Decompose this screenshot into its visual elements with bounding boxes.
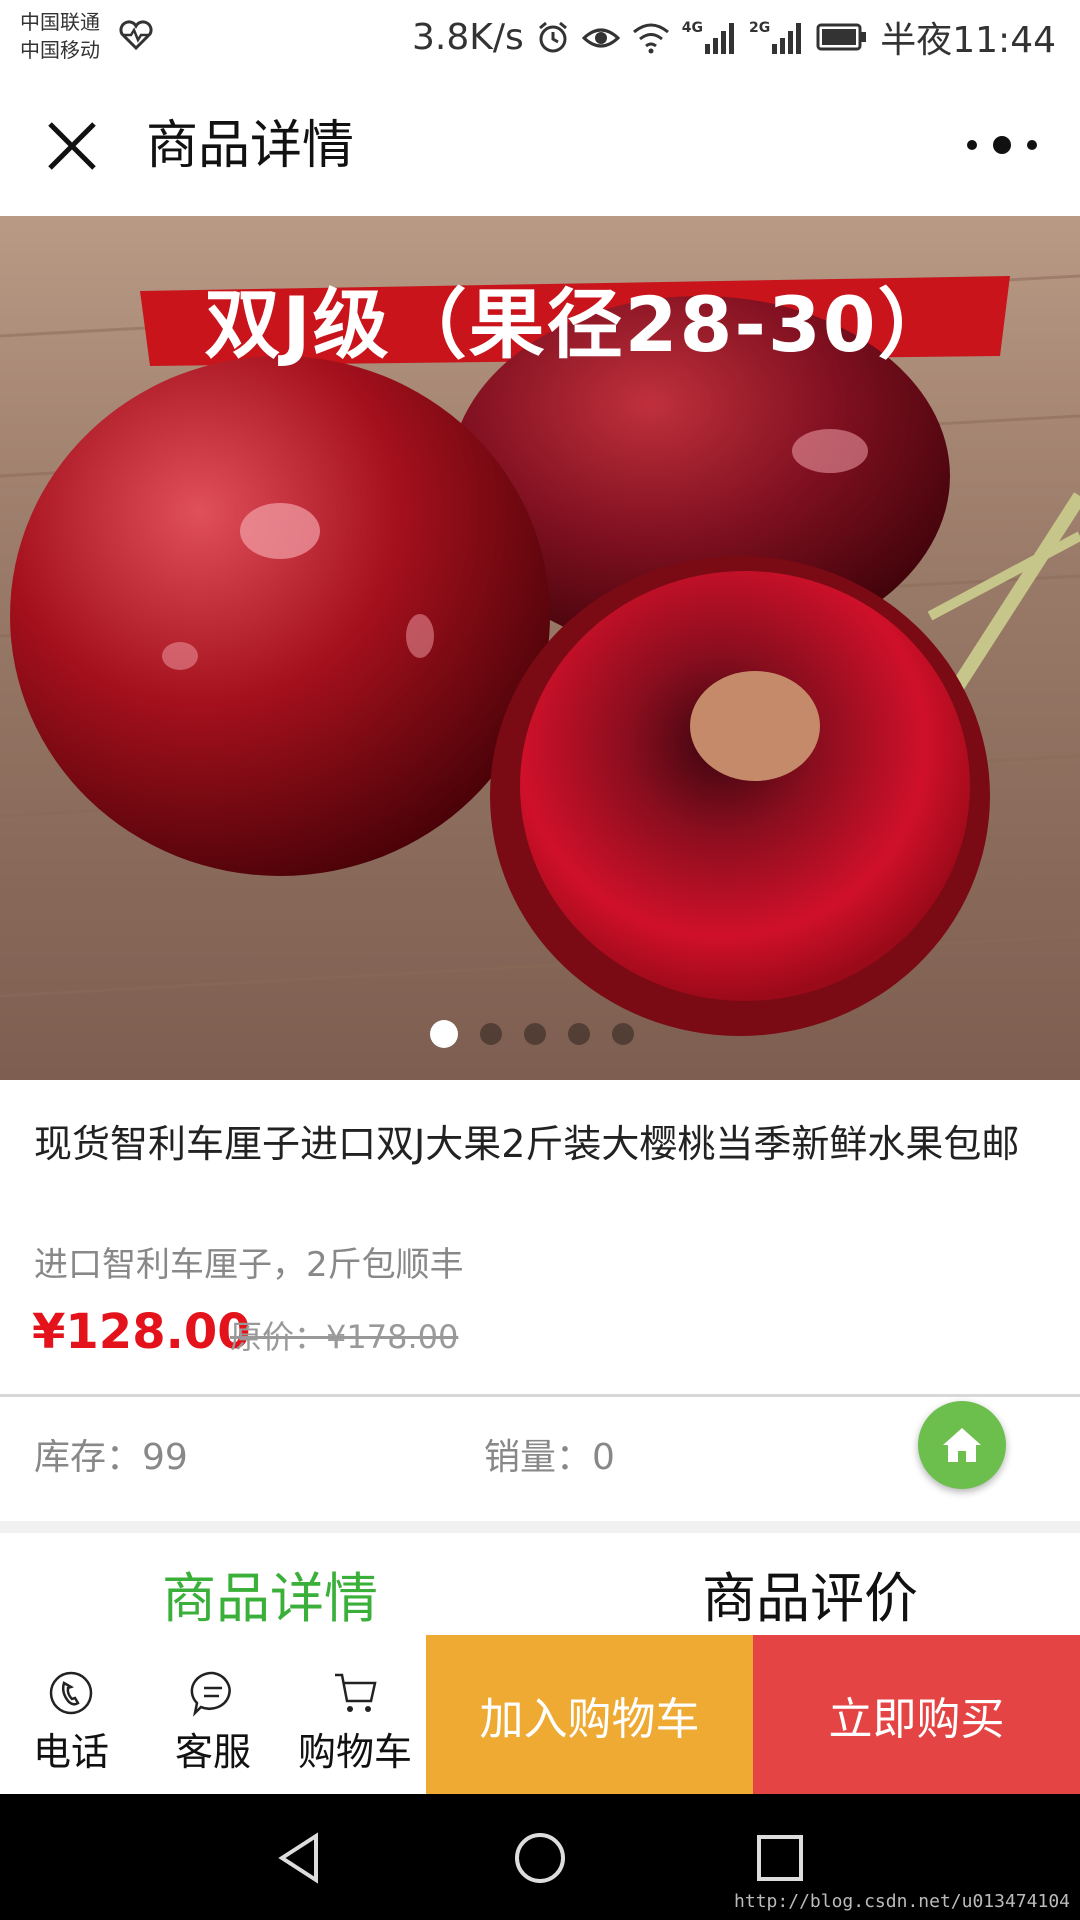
section-gap xyxy=(0,1521,1080,1533)
signal-bars-icon xyxy=(772,23,802,54)
stock-sales-row: 库存：99 销量：0 xyxy=(0,1397,1080,1521)
watermark: http://blog.csdn.net/u013474104 xyxy=(734,1891,1070,1912)
net-speed: 3.8K/s xyxy=(412,16,524,58)
stock-count: 库存：99 xyxy=(34,1437,188,1478)
eye-icon xyxy=(581,28,620,48)
back-icon[interactable] xyxy=(270,1828,330,1888)
carousel-dot[interactable] xyxy=(524,1023,546,1045)
carousel-dot[interactable] xyxy=(568,1023,590,1045)
add-to-cart-button[interactable]: 加入购物车 xyxy=(426,1635,753,1794)
service-label: 客服 xyxy=(174,1730,251,1774)
original-price: 原价：¥178.00 xyxy=(230,1318,459,1356)
product-subtitle: 进口智利车厘子，2斤包顺丰 xyxy=(34,1245,464,1285)
detail-tabs: 商品详情 商品评价 xyxy=(0,1533,1080,1635)
clock: 半夜11:44 xyxy=(880,20,1056,61)
network-1-label: 4G xyxy=(681,20,704,36)
product-info: 现货智利车厘子进口双J大果2斤装大樱桃当季新鲜水果包邮 进口智利车厘子，2斤包顺… xyxy=(0,1080,1080,1397)
page-title: 商品详情 xyxy=(146,116,355,176)
home-circle-icon[interactable] xyxy=(510,1828,570,1888)
signal-4g: 4G xyxy=(682,20,737,54)
product-price: ¥128.00 xyxy=(32,1304,251,1360)
carousel-dot[interactable] xyxy=(430,1020,458,1048)
sales-count: 销量：0 xyxy=(484,1437,615,1478)
home-icon xyxy=(943,1428,981,1462)
tab-product-reviews[interactable]: 商品评价 xyxy=(540,1563,1080,1635)
phone-label: 电话 xyxy=(32,1730,109,1774)
cart-button[interactable]: 购物车 xyxy=(284,1635,426,1794)
banner-grade-label: 双J级（果径28-30） xyxy=(204,280,956,369)
status-indicators: 3.8K/s 4G 2G 半夜11:44 xyxy=(412,12,1056,62)
carousel-dot[interactable] xyxy=(480,1023,502,1045)
battery-icon xyxy=(816,23,867,51)
phone-icon xyxy=(49,1671,93,1715)
alarm-icon xyxy=(538,21,567,53)
phone-button[interactable]: 电话 xyxy=(0,1635,142,1794)
carrier-1: 中国联通 xyxy=(20,10,100,34)
cart-icon xyxy=(335,1673,377,1712)
tab-product-details[interactable]: 商品详情 xyxy=(0,1563,540,1635)
status-bar: 中国联通 中国移动 3.8K/s 4G 2G 半夜11:44 xyxy=(0,0,1080,74)
close-icon[interactable] xyxy=(44,118,100,174)
carousel-dots xyxy=(430,1020,634,1048)
buy-now-button[interactable]: 立即购买 xyxy=(753,1635,1080,1794)
system-navigation-bar: http://blog.csdn.net/u013474104 xyxy=(0,1794,1080,1920)
carrier-2: 中国移动 xyxy=(20,38,100,62)
product-image-carousel[interactable]: 双J级（果径28-30） xyxy=(0,216,1080,1080)
signal-bars-icon xyxy=(705,23,735,54)
signal-2g: 2G xyxy=(749,20,804,54)
recent-apps-icon[interactable] xyxy=(750,1828,810,1888)
product-title: 现货智利车厘子进口双J大果2斤装大樱桃当季新鲜水果包邮 xyxy=(34,1122,1020,1166)
bottom-action-bar: 电话 客服 购物车 加入购物车 立即购买 xyxy=(0,1635,1080,1794)
customer-service-button[interactable]: 客服 xyxy=(142,1635,284,1794)
wifi-icon xyxy=(632,23,669,54)
nav-bar: 商品详情 xyxy=(0,74,1080,216)
more-options-icon[interactable] xyxy=(964,130,1040,160)
heart-rate-icon xyxy=(119,20,153,50)
chat-icon xyxy=(190,1671,231,1717)
cart-label: 购物车 xyxy=(297,1730,412,1774)
carousel-dot[interactable] xyxy=(612,1023,634,1045)
network-2-label: 2G xyxy=(749,20,771,36)
home-button[interactable] xyxy=(918,1401,1006,1489)
carrier-names: 中国联通 中国移动 xyxy=(20,8,100,64)
